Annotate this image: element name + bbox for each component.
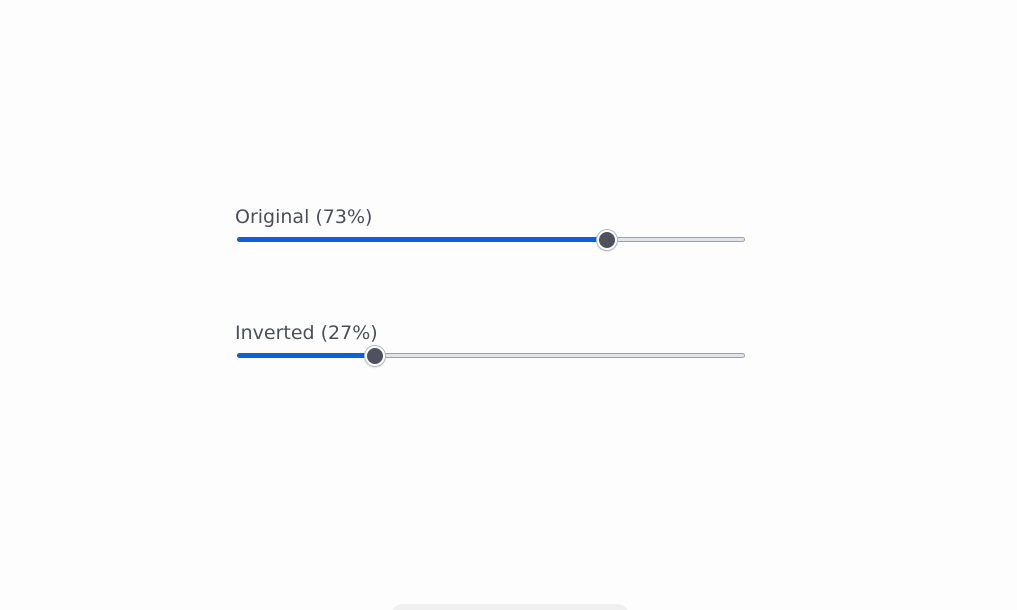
slider-original-label: Original (73%) [235, 206, 373, 228]
slider-original-fill [237, 237, 607, 242]
slider-inverted-label: Inverted (27%) [235, 322, 378, 344]
slider-inverted: Inverted (27%) [235, 319, 747, 366]
page: Original (73%) Inverted (27%) [0, 0, 1017, 610]
slider-inverted-fill [237, 353, 374, 358]
slider-inverted-track[interactable] [237, 345, 745, 366]
slider-inverted-thumb[interactable] [364, 345, 385, 366]
slider-original-track[interactable] [237, 229, 745, 250]
slider-original: Original (73%) [235, 203, 747, 250]
slider-original-thumb[interactable] [597, 229, 618, 250]
bottom-pill [392, 604, 628, 610]
